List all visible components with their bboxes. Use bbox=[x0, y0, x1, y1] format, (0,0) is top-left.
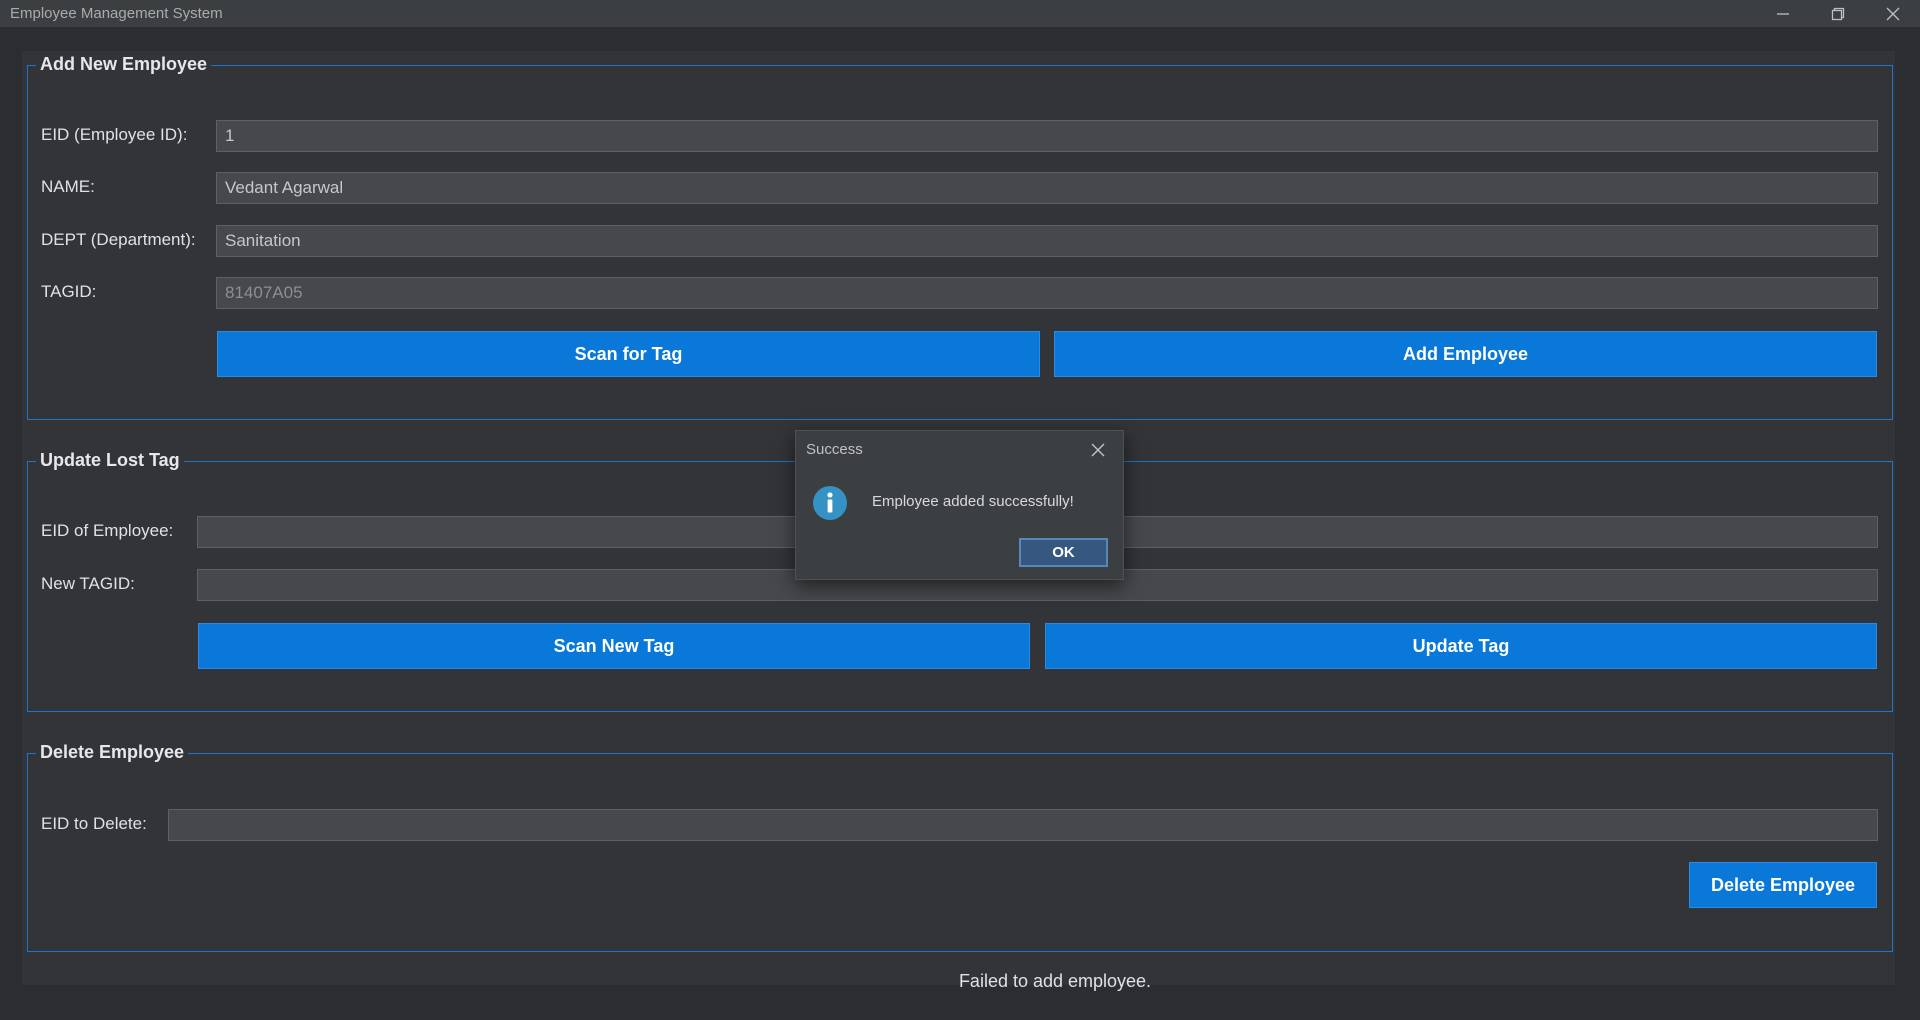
window-controls bbox=[1755, 0, 1920, 27]
delete-employee-legend: Delete Employee bbox=[36, 742, 189, 763]
restore-icon[interactable] bbox=[1810, 0, 1865, 27]
update-tag-button[interactable]: Update Tag bbox=[1045, 623, 1877, 669]
success-dialog: Success Employee added successfully! OK bbox=[795, 430, 1124, 580]
info-icon bbox=[812, 485, 848, 521]
delete-eid-field[interactable] bbox=[168, 809, 1878, 841]
close-icon[interactable] bbox=[1865, 0, 1920, 27]
dialog-message: Employee added successfully! bbox=[872, 493, 1074, 510]
update-eid-label: EID of Employee: bbox=[41, 521, 174, 540]
dept-field[interactable]: Sanitation bbox=[216, 225, 1878, 257]
delete-employee-button[interactable]: Delete Employee bbox=[1689, 862, 1877, 908]
eid-field[interactable]: 1 bbox=[216, 120, 1878, 152]
add-employee-legend: Add New Employee bbox=[36, 54, 212, 75]
status-message: Failed to add employee. bbox=[958, 971, 1152, 991]
new-tagid-label: New TAGID: bbox=[41, 574, 135, 593]
add-employee-button[interactable]: Add Employee bbox=[1054, 331, 1877, 377]
scan-for-tag-button[interactable]: Scan for Tag bbox=[217, 331, 1040, 377]
main-content: Add New Employee EID (Employee ID): 1 NA… bbox=[0, 27, 1920, 1020]
tagid-field: 81407A05 bbox=[216, 277, 1878, 309]
minimize-icon[interactable] bbox=[1755, 0, 1810, 27]
update-tag-legend: Update Lost Tag bbox=[36, 450, 184, 471]
dept-label: DEPT (Department): bbox=[41, 230, 196, 249]
name-label: NAME: bbox=[41, 177, 95, 196]
scan-new-tag-button[interactable]: Scan New Tag bbox=[198, 623, 1030, 669]
close-icon[interactable] bbox=[1089, 441, 1107, 459]
name-field[interactable]: Vedant Agarwal bbox=[216, 172, 1878, 204]
tagid-label: TAGID: bbox=[41, 282, 97, 301]
window-title: Employee Management System bbox=[10, 5, 223, 22]
delete-eid-label: EID to Delete: bbox=[41, 814, 147, 833]
eid-label: EID (Employee ID): bbox=[41, 125, 188, 144]
delete-employee-group: Delete Employee bbox=[27, 742, 1893, 952]
ok-button[interactable]: OK bbox=[1019, 538, 1108, 567]
title-bar: Employee Management System bbox=[0, 0, 1920, 27]
dialog-title: Success bbox=[806, 441, 863, 458]
